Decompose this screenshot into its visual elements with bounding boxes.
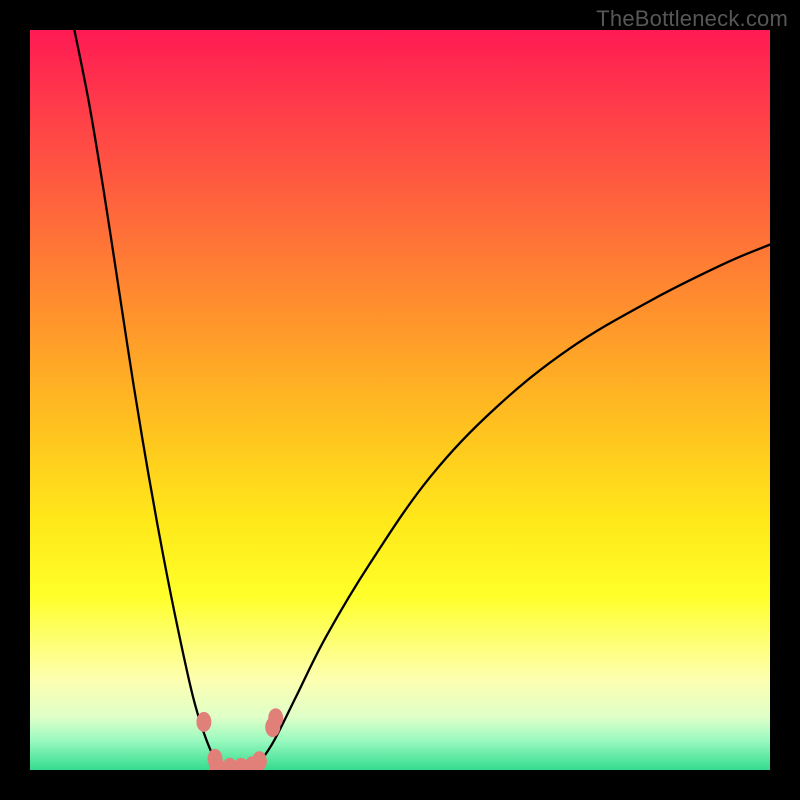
curve-right xyxy=(252,245,770,770)
watermark-text: TheBottleneck.com xyxy=(596,6,788,32)
plot-area xyxy=(30,30,770,770)
sample-point-markers xyxy=(196,708,283,770)
chart-svg xyxy=(30,30,770,770)
chart-frame: TheBottleneck.com xyxy=(0,0,800,800)
curve-left xyxy=(74,30,229,770)
sample-point xyxy=(268,708,283,728)
sample-point xyxy=(196,712,211,732)
